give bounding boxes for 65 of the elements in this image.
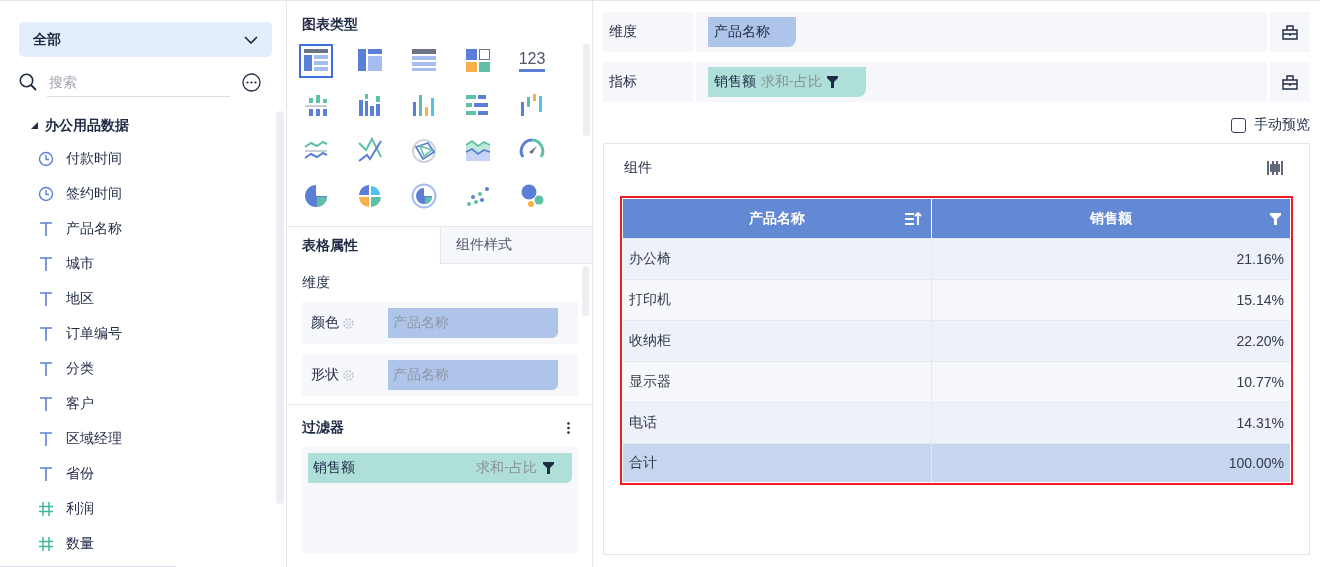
more-icon[interactable]: [242, 72, 261, 92]
section-title: 过滤器: [302, 419, 344, 437]
table-cell: 打印机: [623, 279, 932, 321]
text-type-icon: [38, 430, 54, 447]
text-type-icon: [38, 395, 54, 412]
text-type-icon: [38, 220, 54, 237]
field-pill[interactable]: 产品名称: [708, 17, 796, 47]
checkbox[interactable]: [1231, 117, 1246, 133]
field-item[interactable]: 城市: [66, 254, 94, 273]
shelf-label: 指标: [603, 62, 696, 102]
filter-pill[interactable]: 销售额 求和-占比: [308, 453, 572, 483]
property-label: 形状: [311, 366, 339, 384]
collapse-triangle-icon[interactable]: [31, 122, 39, 130]
text-type-icon: [38, 325, 54, 342]
table-cell: 14.31%: [932, 402, 1290, 444]
table-cell: 办公椅: [623, 238, 932, 280]
field-item[interactable]: 分类: [66, 359, 94, 378]
section-title: 维度: [302, 274, 330, 292]
field-item[interactable]: 客户: [66, 394, 94, 413]
field-item[interactable]: 地区: [66, 289, 94, 308]
table-cell: 10.77%: [932, 361, 1290, 403]
tab[interactable]: 组件样式: [439, 227, 592, 264]
tree-group-label[interactable]: 办公用品数据: [45, 117, 129, 135]
table-cell: 21.16%: [932, 238, 1290, 280]
table-cell: 15.14%: [932, 279, 1290, 321]
field-item[interactable]: 利润: [66, 499, 94, 518]
hash-icon: [38, 536, 54, 551]
table-cell: 收纳柜: [623, 320, 932, 362]
total-cell: 合计: [623, 443, 932, 482]
checkbox-label[interactable]: 手动预览: [1254, 116, 1310, 134]
barcode-view-icon[interactable]: [1267, 160, 1283, 176]
total-cell: 100.00%: [932, 443, 1290, 482]
clock-icon: [38, 150, 54, 167]
text-type-icon: [38, 360, 54, 377]
text-type-icon: [38, 255, 54, 272]
filter-icon[interactable]: [543, 462, 554, 474]
filter-icon[interactable]: [826, 76, 838, 88]
field-item[interactable]: 区域经理: [66, 429, 122, 448]
text-type-icon: [38, 290, 54, 307]
field-pill[interactable]: 销售额 求和-占比: [708, 67, 866, 97]
field-item[interactable]: 付款时间: [66, 149, 122, 168]
field-item[interactable]: 产品名称: [66, 219, 122, 238]
field-item[interactable]: 签约时间: [66, 184, 122, 203]
clock-icon: [38, 185, 54, 202]
text-type-icon: [38, 465, 54, 482]
table-cell: 显示器: [623, 361, 932, 403]
section-title: 图表类型: [302, 16, 359, 34]
group-table-chart-icon[interactable]: [299, 43, 333, 78]
chevron-down-icon: [244, 35, 258, 44]
column-header[interactable]: 销售额: [932, 199, 1290, 239]
table-cell: 电话: [623, 402, 932, 444]
panel-title: 组件: [624, 159, 652, 177]
dataset-dropdown[interactable]: 全部: [19, 22, 272, 57]
hash-icon: [38, 501, 54, 516]
field-item[interactable]: 数量: [66, 534, 94, 553]
field-item[interactable]: 省份: [66, 464, 94, 483]
field-item[interactable]: 订单编号: [66, 324, 122, 343]
more-vertical-icon[interactable]: [567, 422, 570, 434]
column-header[interactable]: 产品名称: [623, 199, 932, 239]
search-field[interactable]: 搜索: [47, 67, 230, 97]
search-icon: [19, 73, 37, 91]
sort-icon[interactable]: [905, 211, 923, 226]
shelf-label: 维度: [603, 12, 696, 52]
table-cell: 22.20%: [932, 320, 1290, 362]
property-label: 颜色: [311, 314, 339, 332]
